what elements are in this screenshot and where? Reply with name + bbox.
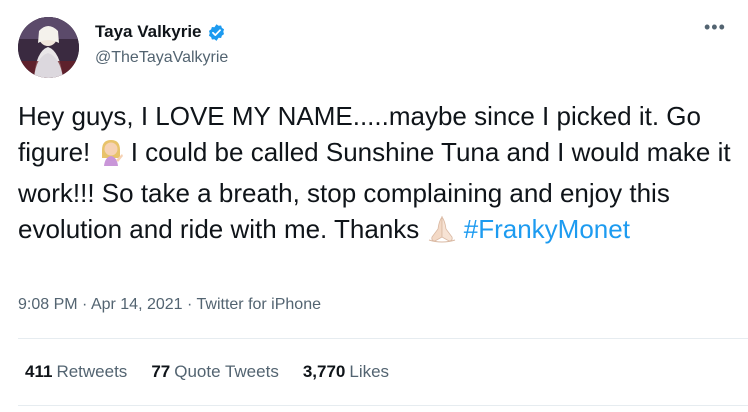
- tweet-date[interactable]: Apr 14, 2021: [91, 296, 183, 313]
- engagement-stats: 411 Retweets 77 Quote Tweets 3,770 Likes: [25, 362, 389, 382]
- author-name-row[interactable]: Taya Valkyrie: [95, 22, 226, 42]
- likes-count: 3,770: [302, 362, 346, 381]
- tweet-card: Taya Valkyrie @TheTayaValkyrie ••• Hey g…: [0, 0, 748, 412]
- avatar[interactable]: [18, 17, 79, 78]
- meta-separator: ·: [77, 296, 91, 313]
- author-handle[interactable]: @TheTayaValkyrie: [95, 49, 228, 67]
- likes-stat[interactable]: 3,770 Likes: [303, 362, 389, 382]
- more-options-icon[interactable]: •••: [704, 18, 726, 36]
- divider: [18, 338, 748, 339]
- quote-tweets-stat[interactable]: 77 Quote Tweets: [151, 362, 279, 382]
- retweets-stat[interactable]: 411 Retweets: [25, 362, 127, 382]
- avatar-image: [18, 17, 79, 78]
- folded-hands-icon: [427, 215, 457, 252]
- divider: [18, 405, 748, 406]
- retweets-count: 411: [25, 362, 53, 381]
- retweets-label: Retweets: [56, 362, 128, 381]
- woman-tipping-hand-icon: [98, 138, 124, 175]
- hashtag-link[interactable]: #FrankyMonet: [464, 214, 630, 244]
- likes-label: Likes: [349, 362, 390, 381]
- verified-badge-icon: [207, 23, 226, 42]
- tweet-time[interactable]: 9:08 PM: [18, 296, 78, 313]
- quote-tweets-count: 77: [151, 362, 171, 381]
- tweet-meta: 9:08 PM · Apr 14, 2021 · Twitter for iPh…: [18, 296, 321, 314]
- meta-separator: ·: [182, 296, 197, 313]
- tweet-text: Hey guys, I LOVE MY NAME.....maybe since…: [18, 98, 733, 252]
- display-name[interactable]: Taya Valkyrie: [95, 22, 202, 42]
- tweet-source[interactable]: Twitter for iPhone: [197, 296, 322, 313]
- quote-tweets-label: Quote Tweets: [174, 362, 279, 381]
